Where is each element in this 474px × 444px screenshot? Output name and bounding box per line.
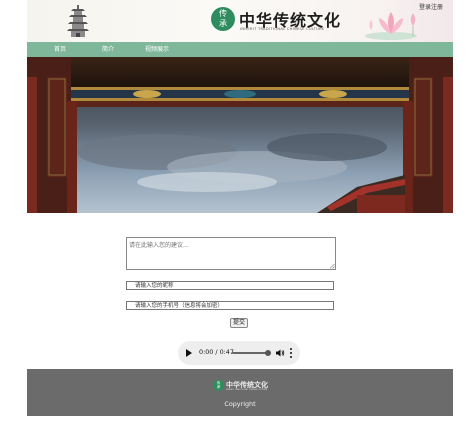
play-icon[interactable] (186, 349, 192, 357)
site-footer: 传 承 中华传统文化 INHERIT TRADITIONAL CHINESE C… (27, 369, 453, 416)
resize-grip-icon[interactable] (329, 263, 335, 269)
more-options-icon[interactable] (290, 348, 293, 358)
pagoda-icon (67, 5, 89, 37)
palace-gate-illustration (27, 57, 453, 213)
lotus-decoration-icon (365, 12, 417, 40)
phone-input[interactable] (126, 301, 334, 310)
main-nav: 首页 简介 视频展示 (27, 42, 453, 57)
submit-button[interactable]: 提交 (230, 318, 248, 328)
site-subtitle: INHERIT TRADITIONAL CHINESE CULTURE (240, 27, 325, 31)
nav-item-intro[interactable]: 简介 (102, 42, 114, 57)
page: 传 承 中华传统文化 INHERIT TRADITIONAL CHINESE C… (27, 0, 453, 444)
volume-icon[interactable] (275, 348, 285, 358)
footer-subtitle: INHERIT TRADITIONAL CHINESE CULTURE (226, 389, 268, 391)
suggestion-textarea[interactable] (126, 237, 336, 270)
banner-image (27, 57, 453, 213)
footer-logo-char-bottom: 承 (216, 385, 221, 390)
audio-progress-knob[interactable] (265, 350, 271, 356)
site-header: 传 承 中华传统文化 INHERIT TRADITIONAL CHINESE C… (27, 0, 453, 42)
audio-player: 0:00 / 0:47 (178, 341, 300, 365)
login-register-link[interactable]: 登录注册 (419, 2, 443, 11)
audio-progress-track[interactable] (232, 352, 268, 354)
audio-time: 0:00 / 0:47 (199, 348, 234, 356)
footer-logo: 传 承 (213, 380, 224, 391)
logo-char-top: 传 (219, 9, 227, 18)
nickname-input[interactable] (126, 281, 334, 290)
copyright-text: Copyright (224, 400, 256, 408)
brand-logo: 传 承 (211, 7, 235, 31)
logo-char-bottom: 承 (219, 19, 227, 28)
nav-item-videos[interactable]: 视频展示 (145, 42, 169, 57)
nav-item-home[interactable]: 首页 (54, 42, 66, 57)
